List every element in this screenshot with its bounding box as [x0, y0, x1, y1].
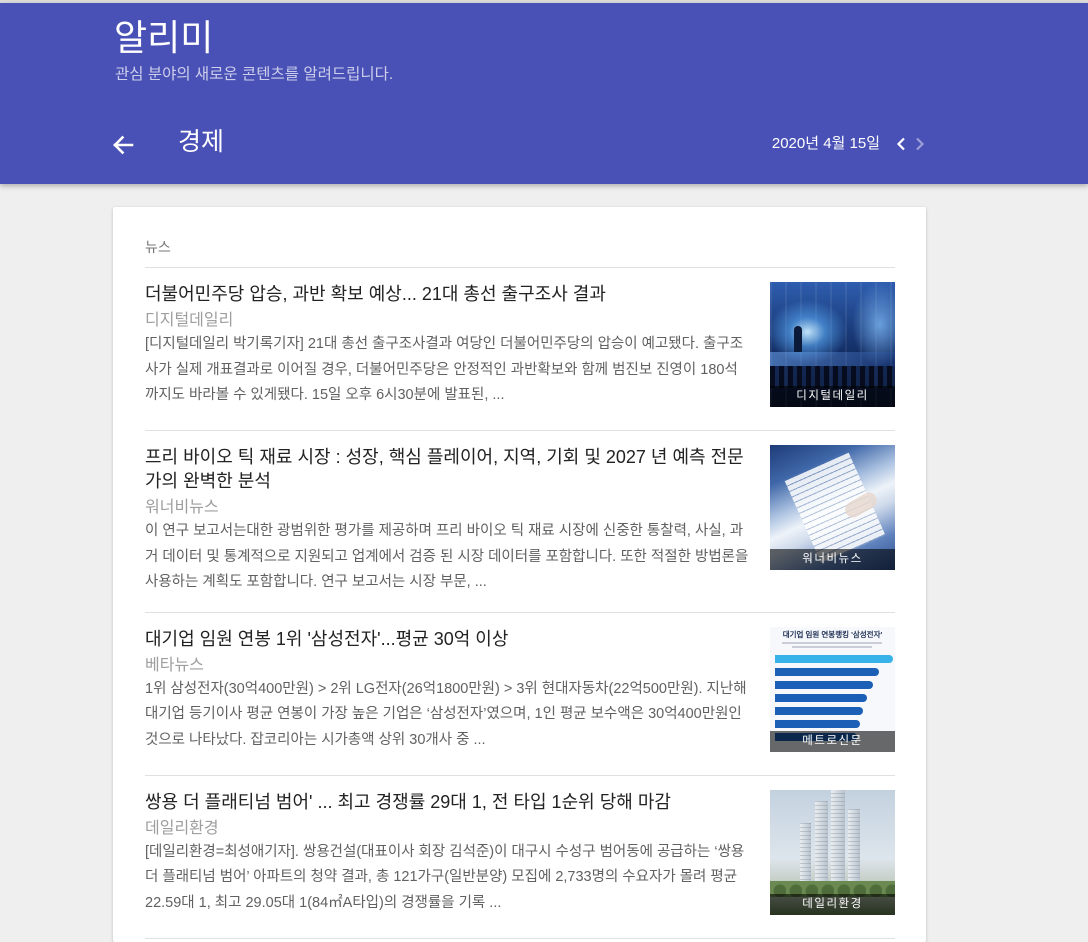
list-item: 쌍용 더 플래티넘 범어' ... 최고 경쟁률 29대 1, 전 타입 1순위… — [145, 776, 895, 939]
thumbnail-caption: 워너비뉴스 — [770, 549, 895, 570]
article-snippet: 1위 삼성전자(30억400만원) > 2위 LG전자(26억1800만원) >… — [145, 680, 747, 748]
thumbnail-infographic-bar — [775, 693, 867, 702]
article-title-link[interactable]: 대기업 임원 연봉 1위 '삼성전자'...평균 30억 이상 — [145, 627, 750, 651]
thumbnail-caption: 데일리환경 — [770, 893, 895, 915]
list-item: 대기업 임원 연봉 1위 '삼성전자'...평균 30억 이상 베타뉴스 1위 … — [145, 613, 895, 776]
thumbnail-infographic-bar — [775, 654, 893, 663]
thumbnail-speaker — [794, 326, 802, 352]
back-button[interactable] — [110, 132, 136, 158]
article-source: 디지털데일리 — [145, 312, 234, 329]
thumbnail-caption: 디지털데일리 — [770, 386, 895, 407]
article-snippet: 이 연구 보고서는대한 광범위한 평가를 제공하며 프리 바이오 틱 재료 시장… — [145, 523, 749, 590]
article-snippet: [디지털데일리 박기록기자] 21대 총선 출구조사결과 여당인 더불어민주당의… — [145, 336, 744, 403]
thumbnail-stage-light — [770, 352, 895, 366]
news-card: 뉴스 더불어민주당 압승, 과반 확보 예상... 21대 총선 출구조사 결과… — [113, 207, 926, 942]
article-thumbnail[interactable]: 대기업 임원 연봉랭킹 '삼성전자' 메트로신문 — [770, 626, 895, 752]
digest-date: 2020년 4월 15일 — [771, 135, 880, 152]
thumbnail-infographic-bar — [775, 706, 863, 715]
article-source: 데일리환경 — [145, 819, 219, 837]
thumbnail-infographic-subline — [782, 641, 882, 644]
thumbnail-infographic-bar — [775, 680, 873, 689]
chevron-right-icon — [916, 137, 925, 151]
chevron-left-icon — [896, 137, 905, 151]
article-text: 대기업 임원 연봉 1위 '삼성전자'...평균 30억 이상 베타뉴스 1위 … — [145, 627, 770, 754]
thumbnail-caption: 메트로신문 — [770, 730, 895, 752]
article-source: 워너비뉴스 — [145, 499, 219, 516]
app-header: 알리미 관심 분야의 새로운 콘텐츠를 알려드립니다. 경제 2020년 4월 … — [0, 3, 1088, 184]
thumbnail-infographic-heading: 대기업 임원 연봉랭킹 '삼성전자' — [782, 629, 883, 639]
list-item: 더불어민주당 압승, 과반 확보 예상... 21대 총선 출구조사 결과 디지… — [145, 268, 895, 431]
thumbnail-tower — [831, 789, 845, 893]
topic-title: 경제 — [178, 128, 225, 156]
thumbnail-audience — [770, 366, 895, 388]
article-thumbnail[interactable]: 워너비뉴스 — [770, 445, 895, 570]
article-thumbnail[interactable]: 디지털데일리 — [770, 282, 895, 407]
previous-date-button[interactable] — [893, 136, 909, 152]
article-title-link[interactable]: 더불어민주당 압승, 과반 확보 예상... 21대 총선 출구조사 결과 — [145, 282, 750, 306]
thumbnail-infographic-bar — [775, 719, 860, 728]
app-title: 알리미 — [114, 17, 214, 58]
arrow-back-icon — [113, 135, 134, 155]
next-date-button[interactable] — [912, 136, 928, 152]
thumbnail-infographic-subline — [792, 645, 872, 648]
article-snippet: [데일리환경=최성애기자]. 쌍용건설(대표이사 회장 김석준)이 대구시 수성… — [145, 843, 745, 911]
article-text: 쌍용 더 플래티넘 범어' ... 최고 경쟁률 29대 1, 전 타입 1순위… — [145, 790, 770, 917]
article-thumbnail[interactable]: 데일리환경 — [770, 789, 895, 915]
section-label: 뉴스 — [145, 237, 895, 268]
article-text: 프리 바이오 틱 재료 시장 : 성장, 핵심 플레이어, 지역, 기회 및 2… — [145, 445, 770, 596]
article-source: 베타뉴스 — [145, 656, 204, 674]
thumbnail-infographic-bar — [775, 667, 879, 676]
app-subtitle: 관심 분야의 새로운 콘텐츠를 알려드립니다. — [115, 66, 394, 83]
article-title-link[interactable]: 쌍용 더 플래티넘 범어' ... 최고 경쟁률 29대 1, 전 타입 1순위… — [145, 790, 750, 814]
list-item: 프리 바이오 틱 재료 시장 : 성장, 핵심 플레이어, 지역, 기회 및 2… — [145, 431, 895, 613]
article-text: 더불어민주당 압승, 과반 확보 예상... 21대 총선 출구조사 결과 디지… — [145, 282, 770, 409]
thumbnail-tower — [815, 800, 828, 893]
article-title-link[interactable]: 프리 바이오 틱 재료 시장 : 성장, 핵심 플레이어, 지역, 기회 및 2… — [145, 445, 750, 493]
